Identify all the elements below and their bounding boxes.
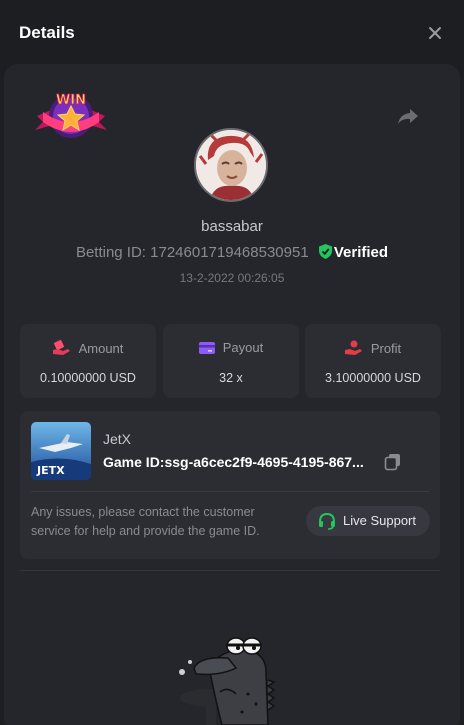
avatar — [194, 128, 268, 202]
help-text: Any issues, please contact the customer … — [31, 505, 260, 538]
stat-payout-value: 32 x — [219, 371, 243, 385]
betting-id-label: Betting ID: — [75, 244, 146, 261]
stat-amount-value: 0.10000000 USD — [40, 371, 136, 385]
shield-check-icon — [318, 244, 332, 259]
stat-payout: Payout 32 x — [163, 324, 299, 398]
verified-label: Verified — [333, 244, 389, 261]
live-support-button[interactable]: Live Support — [306, 506, 430, 536]
stat-amount: Amount 0.10000000 USD — [20, 324, 156, 398]
win-badge-text: WIN — [56, 93, 86, 108]
divider — [31, 491, 429, 492]
stat-profit: Profit 3.10000000 USD — [305, 324, 441, 398]
game-name: JetX — [103, 431, 132, 447]
username: bassabar — [201, 218, 263, 235]
headset-icon — [319, 512, 335, 530]
hand-coin-icon — [52, 340, 70, 355]
card-icon — [198, 342, 215, 354]
game-card: JETX JetX Game ID:ssg-a6cec2f9-4695-4195… — [20, 411, 440, 559]
game-thumbnail[interactable]: JETX — [31, 422, 91, 480]
live-support-label: Live Support — [343, 513, 416, 528]
game-id: Game ID:ssg-a6cec2f9-4695-4195-867... — [103, 454, 383, 470]
game-id-label: Game ID: — [103, 454, 165, 470]
betting-id-row: Betting ID: 1724601719468530951 Verified — [0, 244, 464, 261]
mascot-illustration — [170, 632, 280, 725]
modal-header: Details — [0, 0, 464, 64]
stat-amount-label: Amount — [78, 341, 124, 356]
details-modal: Details WIN bassabar Betting ID: 1724601… — [0, 0, 464, 725]
close-icon[interactable] — [424, 22, 446, 44]
betting-id-value: 1724601719468530951 — [150, 244, 309, 261]
win-badge-icon: WIN — [33, 86, 109, 144]
game-id-value: ssg-a6cec2f9-4695-4195-867... — [164, 454, 364, 470]
stat-profit-label: Profit — [370, 341, 402, 356]
game-thumb-label: JETX — [36, 464, 65, 477]
stat-payout-label: Payout — [222, 340, 264, 355]
modal-title: Details — [19, 23, 75, 42]
section-divider — [20, 570, 440, 571]
copy-icon[interactable] — [384, 453, 402, 471]
share-icon[interactable] — [396, 104, 420, 128]
stat-profit-value: 3.10000000 USD — [325, 371, 421, 385]
hand-profit-icon — [344, 340, 362, 355]
bet-date: 13-2-2022 00:26:05 — [179, 271, 285, 285]
